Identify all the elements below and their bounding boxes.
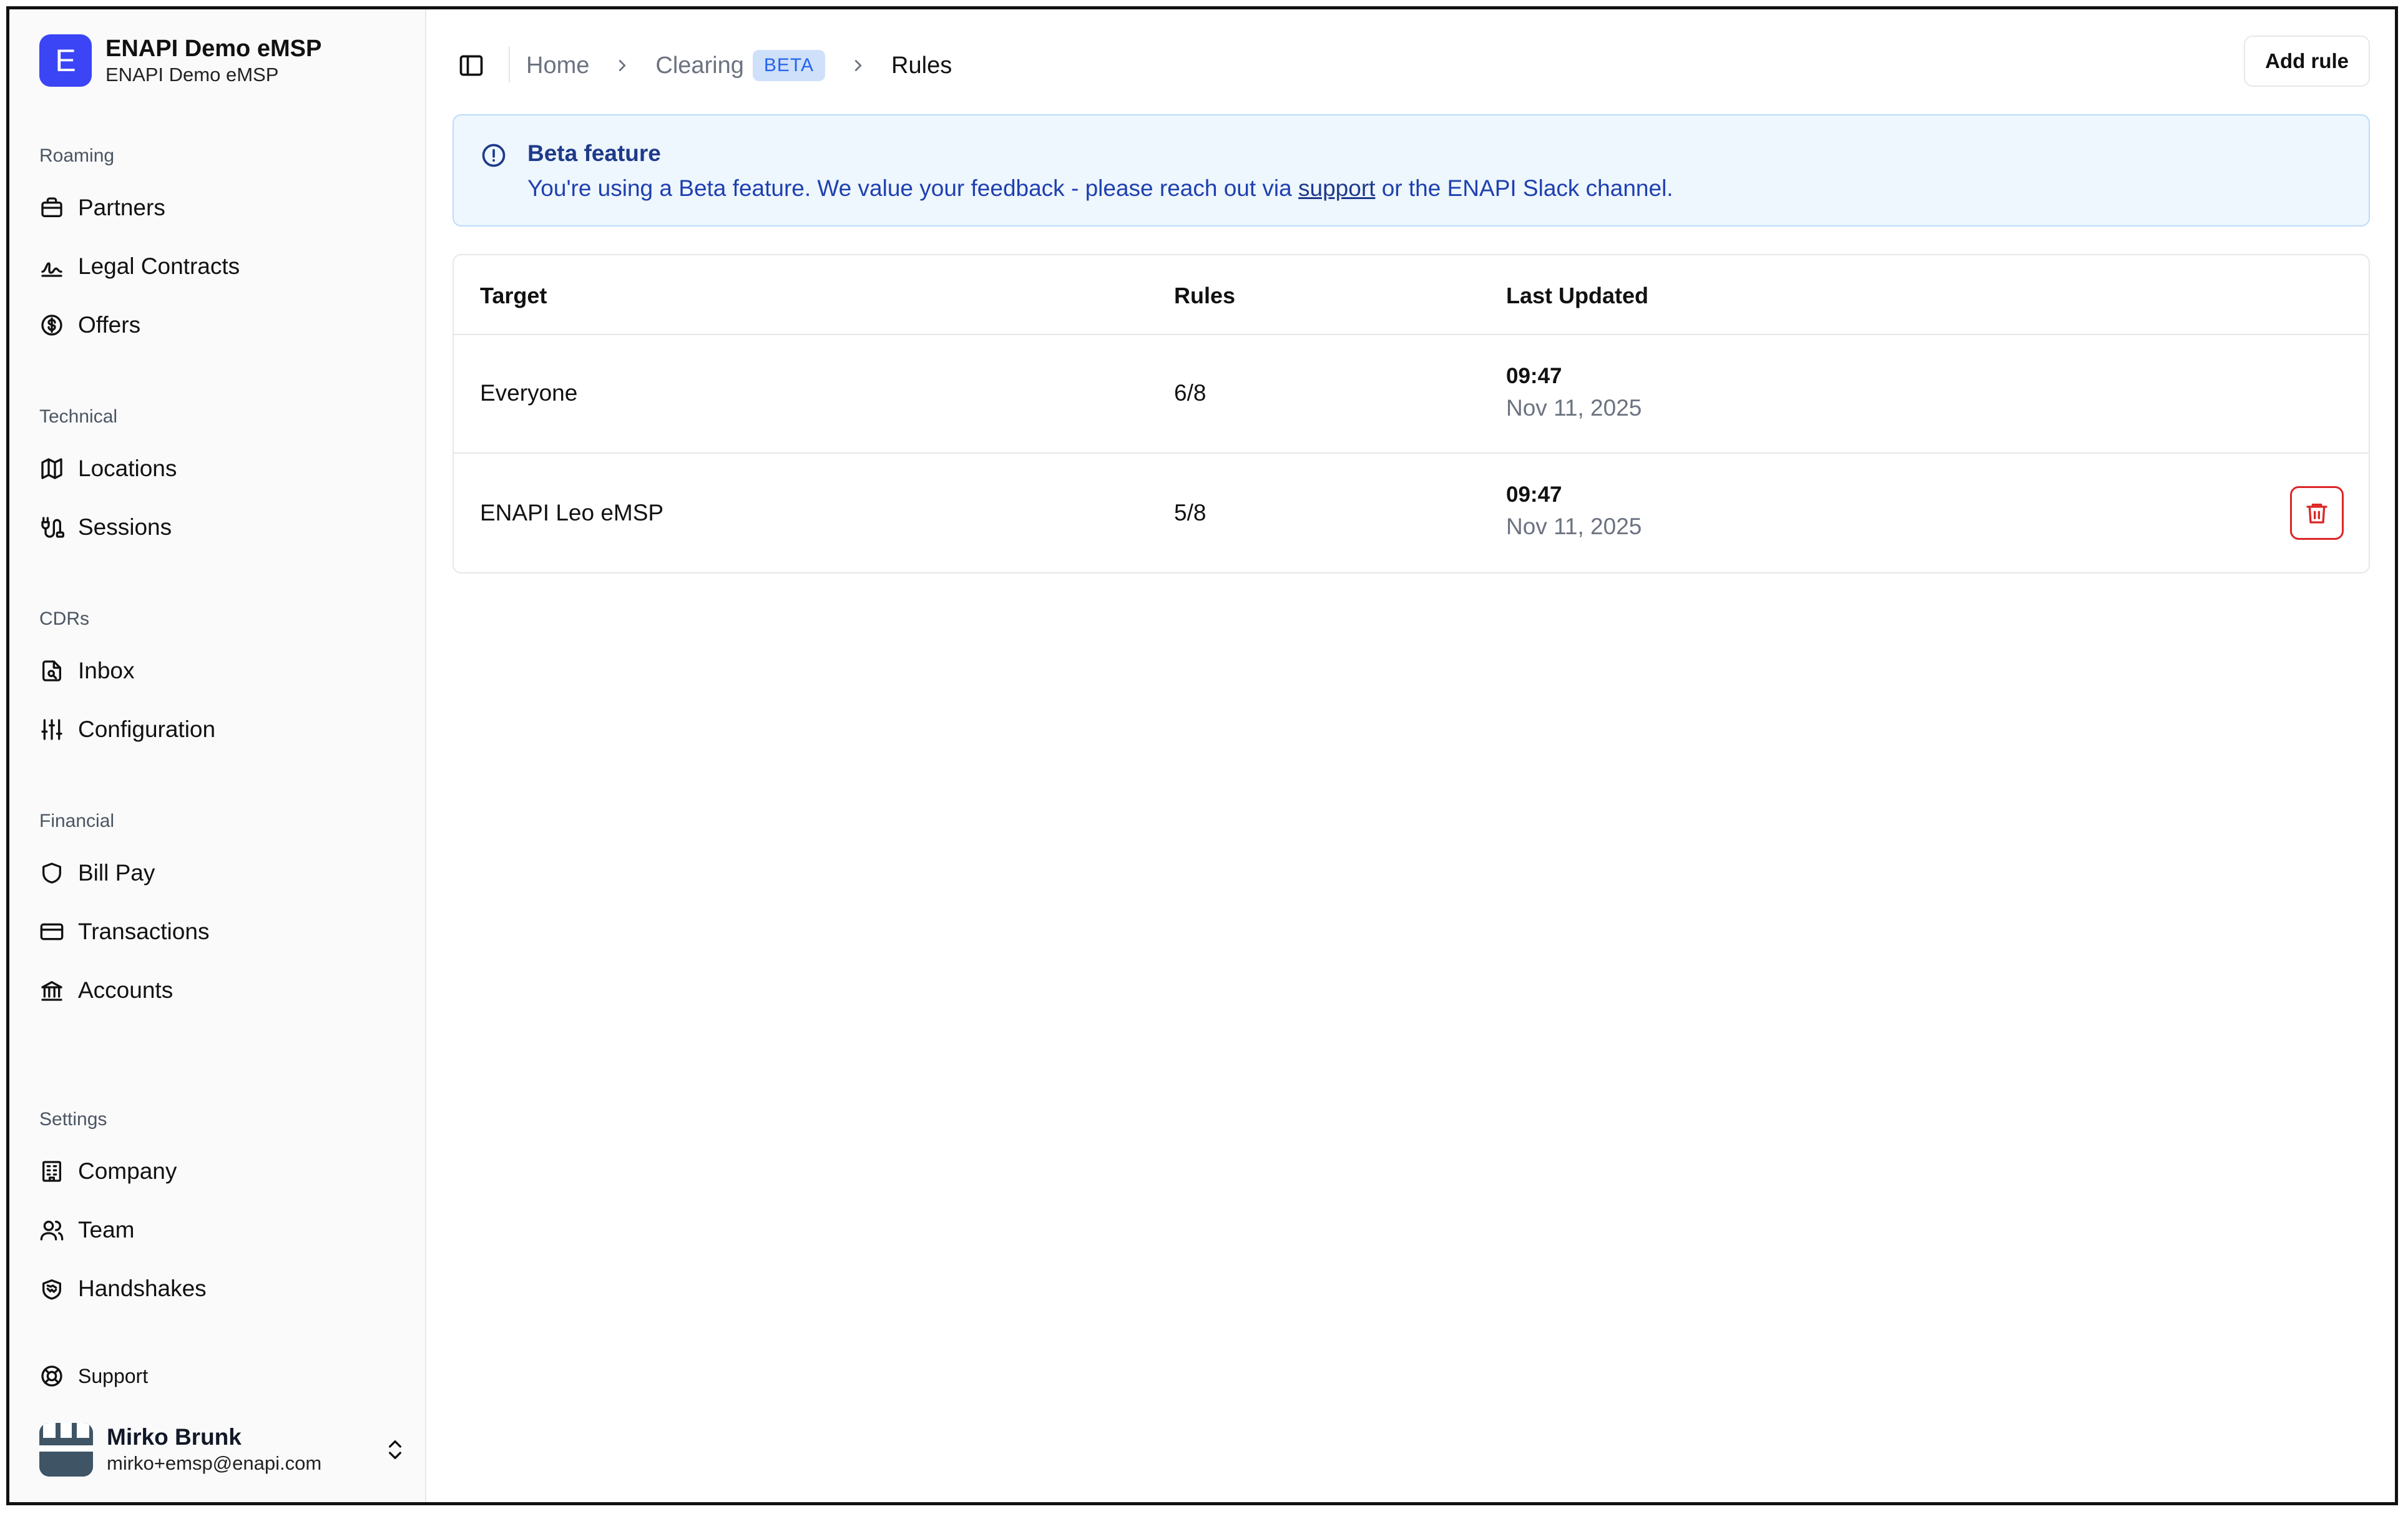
plug-icon <box>41 517 64 538</box>
dollar-circle-icon <box>41 315 62 336</box>
sidebar: E ENAPI Demo eMSP ENAPI Demo eMSP Roamin… <box>9 9 426 1502</box>
table-row[interactable]: ENAPI Leo eMSP 5/8 09:47 Nov 11, 2025 <box>454 454 2369 572</box>
banner-message-end: or the ENAPI Slack channel. <box>1375 175 1673 201</box>
breadcrumb-current: Rules <box>891 52 952 79</box>
sidebar-item-handshakes[interactable]: Handshakes <box>39 1270 207 1307</box>
beta-banner: Beta feature You're using a Beta feature… <box>453 114 2370 227</box>
sidebar-item-label: Support <box>78 1364 149 1387</box>
divider <box>509 47 510 83</box>
sidebar-item-sessions[interactable]: Sessions <box>39 509 172 546</box>
delete-rule-button[interactable] <box>2290 486 2344 540</box>
user-name: Mirko Brunk <box>107 1424 242 1450</box>
section-label-financial: Financial <box>39 811 115 831</box>
user-email: mirko+emsp@enapi.com <box>107 1452 322 1474</box>
sidebar-item-label: Partners <box>78 195 165 220</box>
cell-date: Nov 11, 2025 <box>1506 514 1642 539</box>
column-header-last-updated: Last Updated <box>1506 283 1649 308</box>
breadcrumb: Home Clearing BETA Rules <box>526 48 952 83</box>
cell-target: ENAPI Leo eMSP <box>480 500 664 525</box>
sidebar-item-support[interactable]: Support <box>39 1357 148 1395</box>
sidebar-item-accounts[interactable]: Accounts <box>39 972 173 1009</box>
sidebar-item-label: Accounts <box>78 977 174 1003</box>
sidebar-item-label: Inbox <box>78 658 135 683</box>
signature-icon <box>41 262 62 277</box>
sidebar-item-legal-contracts[interactable]: Legal Contracts <box>39 248 240 285</box>
column-header-rules: Rules <box>1174 283 1236 308</box>
building-icon <box>42 1161 61 1182</box>
sidebar-item-team[interactable]: Team <box>39 1211 134 1249</box>
bank-icon <box>41 981 62 1001</box>
life-buoy-icon <box>41 1365 62 1387</box>
shield-icon <box>42 862 62 884</box>
support-link[interactable]: support <box>1298 175 1375 201</box>
breadcrumb-home[interactable]: Home <box>526 52 589 79</box>
section-label-settings: Settings <box>39 1109 107 1130</box>
top-bar: Home Clearing BETA Rules Add rule <box>426 9 2395 115</box>
org-logo: E <box>39 34 92 87</box>
banner-message-start: You're using a Beta feature. We value yo… <box>527 175 1299 201</box>
sidebar-item-label: Team <box>78 1217 135 1243</box>
table-header: Target Rules Last Updated <box>454 255 2369 335</box>
chevron-right-icon <box>854 60 862 71</box>
sidebar-item-label: Handshakes <box>78 1276 207 1301</box>
table-row[interactable]: Everyone 6/8 09:47 Nov 11, 2025 <box>454 334 2369 454</box>
sidebar-item-label: Transactions <box>78 919 210 944</box>
sidebar-item-label: Configuration <box>78 716 216 742</box>
breadcrumb-clearing[interactable]: Clearing <box>655 52 744 79</box>
handshake-icon <box>42 1279 62 1300</box>
cell-target: Everyone <box>480 380 578 406</box>
sidebar-item-label: Offers <box>78 312 141 338</box>
sidebar-item-label: Bill Pay <box>78 860 155 886</box>
trash-icon <box>2306 504 2327 524</box>
org-switcher[interactable]: E ENAPI Demo eMSP ENAPI Demo eMSP <box>39 34 321 87</box>
sidebar-item-company[interactable]: Company <box>39 1153 177 1190</box>
sidebar-item-label: Company <box>78 1158 177 1184</box>
cell-time: 09:47 <box>1506 482 1562 507</box>
user-text: Mirko Brunk mirko+emsp@enapi.com <box>107 1424 383 1476</box>
sidebar-toggle-icon[interactable] <box>458 52 485 79</box>
info-circle-icon <box>482 144 506 167</box>
chevrons-up-down-icon <box>389 1440 401 1459</box>
banner-message: You're using a Beta feature. We value yo… <box>527 175 1673 202</box>
main-content: Home Clearing BETA Rules Add rule Beta f… <box>426 9 2395 1502</box>
org-subtitle: ENAPI Demo eMSP <box>105 64 279 85</box>
sidebar-item-label: Sessions <box>78 514 172 540</box>
cell-date: Nov 11, 2025 <box>1506 395 1642 421</box>
cell-time: 09:47 <box>1506 364 1562 388</box>
section-label-roaming: Roaming <box>39 145 115 166</box>
map-icon <box>41 458 62 479</box>
sidebar-item-offers[interactable]: Offers <box>39 306 140 344</box>
org-name: ENAPI Demo eMSP <box>105 36 322 62</box>
sidebar-item-label: Locations <box>78 456 177 481</box>
sidebar-item-configuration[interactable]: Configuration <box>39 711 215 748</box>
sliders-icon <box>41 719 62 740</box>
add-rule-button[interactable]: Add rule <box>2244 36 2370 87</box>
sidebar-item-inbox[interactable]: Inbox <box>39 652 135 690</box>
cell-rules: 6/8 <box>1174 380 1206 406</box>
banner-title: Beta feature <box>527 140 661 166</box>
sidebar-item-transactions[interactable]: Transactions <box>39 913 209 950</box>
avatar <box>39 1423 93 1477</box>
rules-table: Target Rules Last Updated Everyone 6/8 0… <box>453 254 2370 574</box>
briefcase-icon <box>41 197 62 217</box>
org-text: ENAPI Demo eMSP ENAPI Demo eMSP <box>105 34 321 87</box>
file-search-icon <box>42 660 62 681</box>
app-window: E ENAPI Demo eMSP ENAPI Demo eMSP Roamin… <box>6 6 2398 1505</box>
sidebar-item-label: Legal Contracts <box>78 253 240 279</box>
sidebar-item-partners[interactable]: Partners <box>39 189 165 227</box>
credit-card-icon <box>40 923 64 940</box>
cell-rules: 5/8 <box>1174 500 1206 525</box>
chevron-right-icon <box>619 60 626 71</box>
section-label-cdrs: CDRs <box>39 608 89 629</box>
users-icon <box>40 1221 64 1241</box>
sidebar-item-bill-pay[interactable]: Bill Pay <box>39 854 155 892</box>
beta-badge: BETA <box>752 50 826 81</box>
column-header-target: Target <box>480 283 547 308</box>
sidebar-item-locations[interactable]: Locations <box>39 450 177 487</box>
section-label-technical: Technical <box>39 406 118 427</box>
user-menu[interactable]: Mirko Brunk mirko+emsp@enapi.com <box>39 1423 408 1477</box>
